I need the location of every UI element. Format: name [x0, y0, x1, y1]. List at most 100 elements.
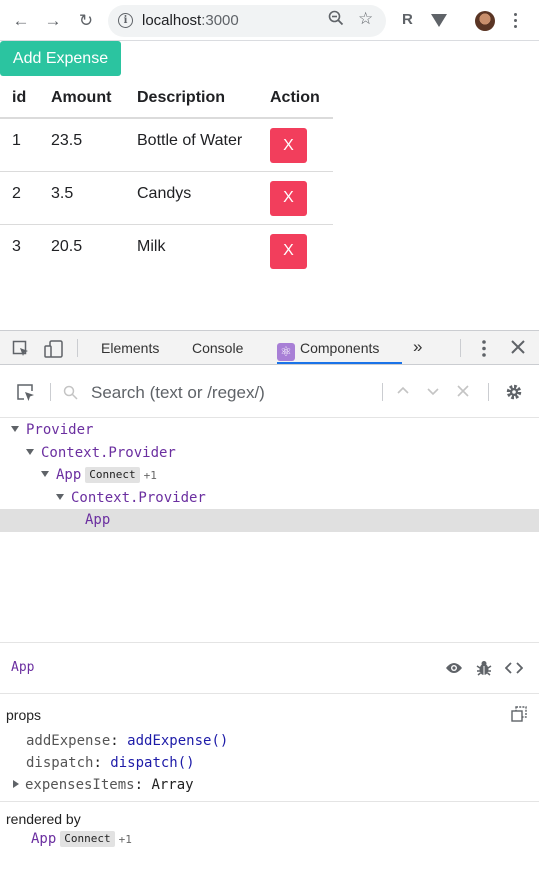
header-id: id [0, 79, 39, 119]
table-row: 2 3.5 Candys X [0, 171, 333, 225]
devtools-tabbar: Elements Console ⚛ Components » [0, 331, 539, 365]
tree-node[interactable]: Context.Provider [26, 442, 176, 464]
cell-action: X [258, 118, 333, 172]
browser-menu-icon[interactable] [514, 13, 518, 31]
address-bar[interactable]: i localhost:3000 ☆ [108, 5, 386, 37]
tree-node-name: Context.Provider [71, 490, 206, 506]
inspector-header: App [0, 642, 539, 694]
cell-id: 3 [12, 237, 21, 255]
search-input[interactable]: Search (text or /regex/) [91, 383, 265, 403]
tree-node-name: Provider [26, 422, 94, 438]
copy-props-icon[interactable] [511, 706, 527, 727]
url-port: :3000 [201, 12, 239, 29]
prop-key: expensesItems [25, 777, 135, 793]
tree-node[interactable]: App Connect +1 [41, 464, 157, 486]
rendered-by-label: rendered by [6, 811, 81, 827]
rendered-by-item[interactable]: App Connect +1 [31, 831, 132, 847]
delete-button[interactable]: X [270, 233, 307, 269]
search-icon [63, 385, 78, 405]
expand-triangle-icon[interactable] [56, 494, 64, 500]
reload-icon[interactable]: ↻ [75, 10, 97, 32]
section-divider [0, 801, 539, 802]
hoc-extra-count: +1 [143, 469, 157, 482]
expand-triangle-icon[interactable] [13, 780, 19, 788]
devtools-panel: Elements Console ⚛ Components » Search (t… [0, 330, 539, 881]
bookmark-star-icon[interactable]: ☆ [358, 9, 373, 29]
cell-description: Candys [125, 171, 258, 225]
tree-node-selected[interactable]: App [85, 509, 110, 531]
url-text[interactable]: localhost:3000 [142, 12, 239, 29]
tab-components-label: Components [300, 340, 380, 356]
more-tabs-icon[interactable]: » [413, 337, 422, 357]
settings-gear-icon[interactable] [505, 383, 523, 406]
prop-value: dispatch() [110, 755, 195, 771]
cell-action: X [258, 171, 333, 225]
select-component-icon[interactable] [16, 383, 36, 408]
extension-r-icon[interactable]: R [402, 11, 413, 28]
tab-console[interactable]: Console [192, 340, 243, 356]
hoc-badge: Connect [85, 467, 140, 483]
cell-amount: 3.5 [39, 171, 125, 225]
tree-node[interactable]: Context.Provider [56, 487, 206, 509]
header-amount: Amount [39, 79, 125, 119]
hoc-extra-count: +1 [118, 833, 132, 846]
hoc-badge: Connect [60, 831, 115, 847]
devtools-menu-icon[interactable] [482, 340, 486, 360]
tree-node-name: Context.Provider [41, 445, 176, 461]
tree-node-name: App [56, 467, 82, 483]
cell-action: X [258, 224, 333, 277]
cell-description: Bottle of Water [125, 118, 258, 172]
url-host: localhost [142, 12, 202, 29]
view-source-icon[interactable] [504, 661, 524, 680]
forward-arrow-icon[interactable]: → [42, 10, 64, 32]
tab-separator [460, 339, 461, 357]
tab-components[interactable]: ⚛ Components [277, 340, 379, 361]
previous-result-icon[interactable] [397, 384, 409, 402]
component-search-row: Search (text or /regex/) [0, 366, 539, 418]
expand-triangle-icon[interactable] [26, 449, 34, 455]
prop-row[interactable]: expensesItems: Array [13, 777, 194, 793]
bug-icon[interactable] [476, 660, 492, 681]
prop-value: Array [151, 777, 194, 793]
zoom-icon[interactable] [328, 10, 344, 30]
delete-button[interactable]: X [270, 180, 307, 216]
inspected-component-title: App [11, 660, 35, 675]
tab-separator [77, 339, 78, 357]
cell-description: Milk [137, 237, 166, 255]
table-row: 3 20.5 Milk X [0, 224, 333, 277]
search-separator [488, 383, 489, 401]
search-separator [382, 383, 383, 401]
prop-row[interactable]: dispatch: dispatch() [26, 755, 195, 771]
profile-avatar[interactable] [475, 11, 495, 31]
eye-icon[interactable] [445, 661, 463, 680]
add-expense-button[interactable]: Add Expense [0, 41, 121, 76]
prop-row[interactable]: addExpense: addExpense() [26, 733, 228, 749]
tree-node-name: App [85, 512, 111, 528]
cell-id: 1 [0, 118, 39, 172]
react-logo-icon: ⚛ [277, 343, 295, 361]
cell-amount: 20.5 [51, 237, 83, 255]
close-devtools-icon[interactable] [511, 340, 525, 357]
tree-node[interactable]: Provider [11, 419, 93, 441]
header-description: Description [125, 79, 258, 119]
info-icon[interactable]: i [118, 13, 133, 28]
rendered-by-name: App [31, 831, 57, 847]
prop-key: addExpense [26, 733, 111, 749]
prop-value: addExpense() [127, 733, 229, 749]
selected-tree-row [0, 509, 539, 532]
next-result-icon[interactable] [427, 384, 439, 402]
back-arrow-icon[interactable]: ← [10, 10, 32, 32]
cell-amount: 23.5 [39, 118, 125, 172]
inspect-element-icon[interactable] [12, 340, 30, 361]
tab-elements[interactable]: Elements [101, 340, 159, 356]
active-tab-indicator [277, 362, 402, 364]
expand-triangle-icon[interactable] [41, 471, 49, 477]
vue-extension-icon[interactable] [431, 14, 447, 27]
props-label: props [6, 707, 42, 723]
header-action: Action [258, 79, 333, 119]
device-toolbar-icon[interactable] [44, 340, 64, 361]
delete-button[interactable]: X [270, 128, 307, 163]
search-separator [50, 383, 51, 401]
expand-triangle-icon[interactable] [11, 426, 19, 432]
clear-search-icon[interactable] [457, 384, 469, 402]
